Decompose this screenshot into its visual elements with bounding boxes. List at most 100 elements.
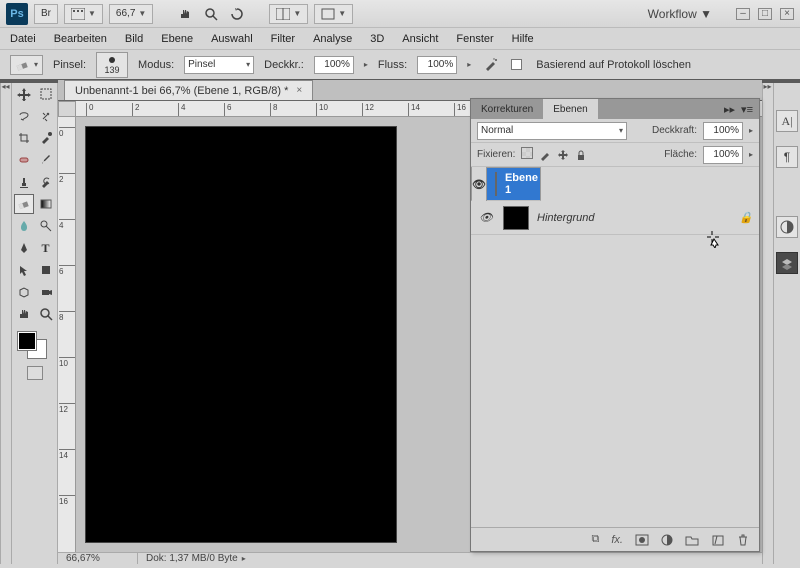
- menu-analyse[interactable]: Analyse: [313, 33, 352, 45]
- quickmask-toggle[interactable]: [27, 366, 43, 380]
- layers-panel[interactable]: Korrekturen Ebenen ▸▸▾≡ Normal▾ Deckkraf…: [470, 98, 760, 552]
- menu-fenster[interactable]: Fenster: [456, 33, 493, 45]
- menu-auswahl[interactable]: Auswahl: [211, 33, 253, 45]
- dock-collapse-right[interactable]: ▸▸: [764, 82, 773, 91]
- dodge-tool[interactable]: [36, 216, 56, 236]
- adjustment-layer-icon[interactable]: [661, 534, 673, 546]
- close-button[interactable]: ×: [780, 8, 794, 20]
- gradient-tool[interactable]: [36, 194, 56, 214]
- lock-position-icon[interactable]: [557, 149, 569, 161]
- layer-name[interactable]: Hintergrund: [537, 212, 594, 224]
- viewmode-button[interactable]: ▼: [64, 4, 103, 24]
- menu-bearbeiten[interactable]: Bearbeiten: [54, 33, 107, 45]
- 3d-camera-tool[interactable]: [36, 282, 56, 302]
- flow-flyout[interactable]: ▸: [467, 60, 471, 69]
- menu-datei[interactable]: Datei: [10, 33, 36, 45]
- crop-tool[interactable]: [14, 128, 34, 148]
- type-tool[interactable]: T: [36, 238, 56, 258]
- rotate-tool-shortcut[interactable]: [227, 4, 247, 24]
- delete-layer-icon[interactable]: [737, 534, 749, 546]
- close-tab-icon[interactable]: ×: [296, 85, 302, 96]
- path-select-tool[interactable]: [14, 260, 34, 280]
- zoom-tool-shortcut[interactable]: [201, 4, 221, 24]
- zoom-level[interactable]: 66,7 ▼: [109, 4, 153, 24]
- arrange-button[interactable]: ▼: [269, 4, 308, 24]
- shape-tool[interactable]: [36, 260, 56, 280]
- zoom-tool[interactable]: [36, 304, 56, 324]
- blend-mode-select[interactable]: Normal▾: [477, 122, 627, 140]
- layers-panel-icon[interactable]: [776, 252, 798, 274]
- layer-fill-field[interactable]: 100%: [703, 146, 743, 164]
- hand-tool[interactable]: [14, 304, 34, 324]
- menu-bild[interactable]: Bild: [125, 33, 143, 45]
- document-tab[interactable]: Unbenannt-1 bei 66,7% (Ebene 1, RGB/8) *…: [64, 80, 313, 100]
- status-zoom[interactable]: 66,67%: [58, 553, 138, 564]
- brush-tool[interactable]: [36, 150, 56, 170]
- paragraph-panel-icon[interactable]: ¶: [776, 146, 798, 168]
- layer-mask-icon[interactable]: [635, 534, 649, 546]
- lock-transparency-icon[interactable]: [521, 147, 533, 162]
- lock-pixels-icon[interactable]: [539, 149, 551, 161]
- visibility-icon[interactable]: 👁: [477, 211, 495, 224]
- flow-field[interactable]: 100%: [417, 56, 457, 74]
- tab-ebenen[interactable]: Ebenen: [543, 99, 597, 119]
- link-layers-icon[interactable]: ⧉: [592, 533, 600, 546]
- eraser-tool[interactable]: [14, 194, 34, 214]
- layer-opacity-field[interactable]: 100%: [703, 122, 743, 140]
- layer-row[interactable]: 👁 Hintergrund 🔒: [471, 201, 759, 235]
- history-brush-tool[interactable]: [36, 172, 56, 192]
- mode-select[interactable]: Pinsel▾: [184, 56, 254, 74]
- layer-name[interactable]: Ebene 1: [505, 172, 538, 196]
- opacity-field[interactable]: 100%: [314, 56, 354, 74]
- brush-picker[interactable]: 139: [96, 52, 128, 78]
- new-layer-icon[interactable]: [711, 534, 725, 546]
- hand-tool-shortcut[interactable]: [175, 4, 195, 24]
- workspace-switcher[interactable]: Workflow ▼: [648, 7, 712, 21]
- marquee-tool[interactable]: [36, 84, 56, 104]
- character-panel-icon[interactable]: A|: [776, 110, 798, 132]
- dock-collapse-left[interactable]: ◂◂: [2, 82, 11, 91]
- opacity-flyout[interactable]: ▸: [364, 60, 368, 69]
- canvas[interactable]: [86, 127, 396, 542]
- opacity-slider-flyout[interactable]: ▸: [749, 126, 753, 135]
- status-flyout[interactable]: ▸: [242, 554, 246, 563]
- layer-fx-icon[interactable]: fx.: [611, 534, 623, 546]
- screenmode-button[interactable]: ▼: [314, 4, 353, 24]
- group-icon[interactable]: [685, 534, 699, 546]
- menu-3d[interactable]: 3D: [370, 33, 384, 45]
- panel-menu-icon[interactable]: ▾≡: [741, 103, 753, 116]
- ruler-vertical[interactable]: 0246810121416: [58, 117, 76, 552]
- 3d-tool[interactable]: [14, 282, 34, 302]
- layer-row[interactable]: 👁 Ebene 1: [471, 167, 541, 201]
- pen-tool[interactable]: [14, 238, 34, 258]
- bridge-button[interactable]: Br: [34, 4, 58, 24]
- wand-tool[interactable]: [36, 106, 56, 126]
- heal-tool[interactable]: [14, 150, 34, 170]
- menu-filter[interactable]: Filter: [271, 33, 295, 45]
- adjust-panel-icon[interactable]: [776, 216, 798, 238]
- fill-slider-flyout[interactable]: ▸: [749, 150, 753, 159]
- status-docinfo[interactable]: Dok: 1,37 MB/0 Byte: [138, 553, 238, 564]
- panel-collapse-icon[interactable]: ▸▸: [724, 103, 735, 116]
- visibility-icon[interactable]: 👁: [472, 167, 487, 201]
- restore-button[interactable]: □: [758, 8, 772, 20]
- layer-thumb[interactable]: [495, 172, 497, 196]
- tab-korrekturen[interactable]: Korrekturen: [471, 99, 543, 119]
- airbrush-toggle[interactable]: [481, 55, 501, 75]
- history-checkbox[interactable]: [511, 59, 522, 70]
- tool-preset[interactable]: ▾: [10, 55, 43, 75]
- layer-thumb[interactable]: [503, 206, 529, 230]
- blur-tool[interactable]: [14, 216, 34, 236]
- color-swatches[interactable]: [14, 332, 56, 362]
- eyedropper-tool[interactable]: [36, 128, 56, 148]
- menu-hilfe[interactable]: Hilfe: [512, 33, 534, 45]
- move-tool[interactable]: [14, 84, 34, 104]
- menu-ebene[interactable]: Ebene: [161, 33, 193, 45]
- minimize-button[interactable]: –: [736, 8, 750, 20]
- menu-ansicht[interactable]: Ansicht: [402, 33, 438, 45]
- lock-all-icon[interactable]: [575, 149, 587, 161]
- lasso-tool[interactable]: [14, 106, 34, 126]
- foreground-swatch[interactable]: [18, 332, 36, 350]
- stamp-tool[interactable]: [14, 172, 34, 192]
- quickmask-row: [14, 366, 56, 380]
